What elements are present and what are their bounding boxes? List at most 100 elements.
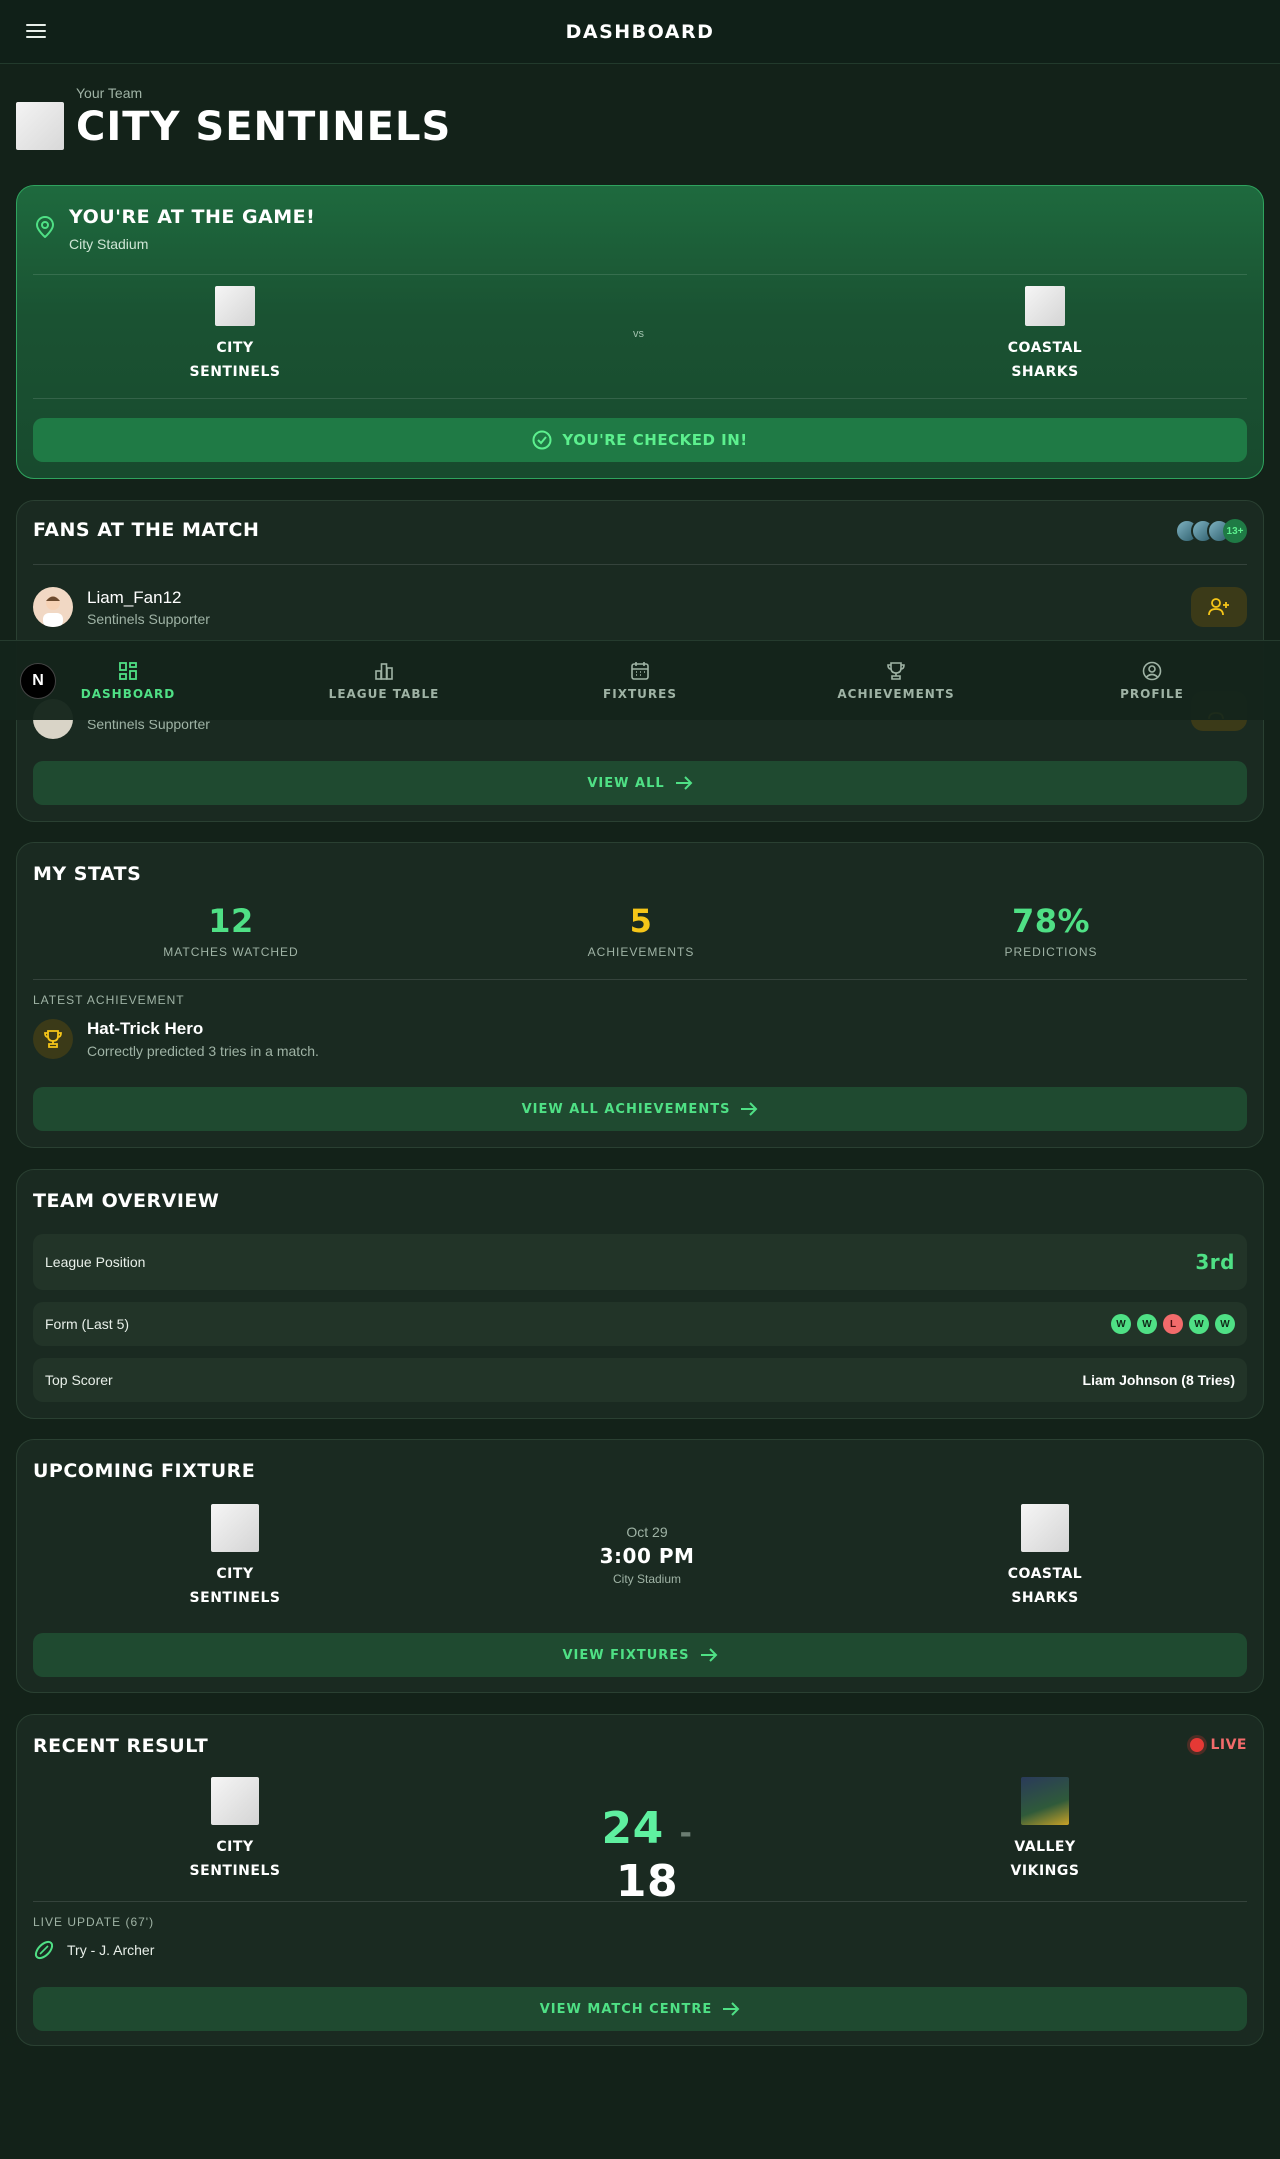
checked-in-button[interactable]: YOU'RE CHECKED IN! xyxy=(33,418,1247,462)
home-team-logo xyxy=(211,1504,259,1552)
fan-name: Liam_Fan12 xyxy=(87,587,182,607)
fan-list-item[interactable]: Liam_Fan12 Sentinels Supporter xyxy=(33,579,1247,635)
latest-achievement: Hat-Trick Hero Correctly predicted 3 tri… xyxy=(33,1019,319,1059)
away-team-name-2: VIKINGS xyxy=(1010,1863,1080,1879)
form-row: Form (Last 5) W W L W W xyxy=(33,1302,1247,1346)
fans-avatar-stack[interactable]: 13+ xyxy=(1175,519,1247,543)
home-team-name-2: SENTINELS xyxy=(189,1590,281,1606)
view-match-centre-label: VIEW MATCH CENTRE xyxy=(539,2001,713,2017)
overview-title: TEAM OVERVIEW xyxy=(33,1190,220,1212)
nav-label: DASHBOARD xyxy=(80,686,176,701)
home-team-logo xyxy=(215,286,255,326)
stat-value: 5 xyxy=(629,902,653,940)
divider xyxy=(33,979,1247,980)
achievement-desc: Correctly predicted 3 tries in a match. xyxy=(87,1043,319,1059)
arrow-right-icon xyxy=(700,1648,717,1662)
nav-label: ACHIEVEMENTS xyxy=(837,686,955,701)
user-plus-icon xyxy=(1208,598,1229,616)
scoreline: 24 - 18 xyxy=(577,1805,717,1906)
dev-badge[interactable]: N xyxy=(20,663,56,699)
stat-value: 12 xyxy=(208,902,254,940)
away-team: VALLEY VIKINGS xyxy=(965,1777,1125,1883)
live-update-label: LIVE UPDATE (67') xyxy=(33,1915,155,1929)
away-team-name-2: SHARKS xyxy=(1011,364,1079,380)
live-dot-icon xyxy=(1190,1738,1205,1752)
vs-label: vs xyxy=(633,328,644,340)
at-game-venue: City Stadium xyxy=(69,236,149,252)
fixture-venue: City Stadium xyxy=(612,1572,682,1586)
form-label: Form (Last 5) xyxy=(45,1316,130,1332)
check-circle-icon xyxy=(532,430,552,450)
recent-result-card: RECENT RESULT LIVE CITY SENTINELS 24 - 1… xyxy=(16,1714,1264,2046)
form-badge: W xyxy=(1189,1314,1209,1334)
away-team-name: VALLEY xyxy=(1014,1839,1076,1855)
bottom-nav: N DASHBOARD LEAGUE TABLE FIXTURES ACHIEV… xyxy=(0,640,1280,720)
divider xyxy=(33,274,1247,275)
live-badge: LIVE xyxy=(1190,1737,1247,1753)
stat-label: PREDICTIONS xyxy=(1004,945,1098,959)
rugby-ball-icon xyxy=(34,1940,54,1960)
stat-label: ACHIEVEMENTS xyxy=(587,945,695,959)
home-team-name-2: SENTINELS xyxy=(189,1863,281,1879)
at-game-title: YOU'RE AT THE GAME! xyxy=(69,206,316,228)
nav-fixtures[interactable]: FIXTURES xyxy=(512,641,768,720)
away-team-name-2: SHARKS xyxy=(1011,1590,1079,1606)
league-position-label: League Position xyxy=(45,1254,146,1270)
away-team: COASTAL SHARKS xyxy=(965,286,1125,384)
my-stats-card: MY STATS 12 MATCHES WATCHED 5 ACHIEVEMEN… xyxy=(16,842,1264,1148)
home-team-name: CITY xyxy=(216,1566,254,1582)
team-overview-card: TEAM OVERVIEW League Position 3rd Form (… xyxy=(16,1169,1264,1419)
latest-achievement-label: LATEST ACHIEVEMENT xyxy=(33,993,185,1007)
fixture-time-block: Oct 29 3:00 PM City Stadium xyxy=(557,1524,737,1586)
nav-achievements[interactable]: ACHIEVEMENTS xyxy=(768,641,1024,720)
stat-achievements: 5 ACHIEVEMENTS xyxy=(491,903,791,959)
away-team-name: COASTAL xyxy=(1007,340,1083,356)
top-scorer-label: Top Scorer xyxy=(45,1372,113,1388)
team-header: Your Team CITY SENTINELS xyxy=(16,80,451,154)
arrow-right-icon xyxy=(675,776,693,790)
home-team-name: CITY xyxy=(216,1839,254,1855)
away-team-name: COASTAL xyxy=(1007,1566,1083,1582)
view-all-fans-button[interactable]: VIEW ALL xyxy=(33,761,1247,805)
arrow-right-icon xyxy=(723,2002,740,2016)
at-game-card: YOU'RE AT THE GAME! City Stadium CITY SE… xyxy=(16,185,1264,479)
view-all-achievements-label: VIEW ALL ACHIEVEMENTS xyxy=(521,1101,731,1117)
person-avatar-icon xyxy=(43,596,63,627)
away-team: COASTAL SHARKS xyxy=(965,1504,1125,1610)
view-all-achievements-button[interactable]: VIEW ALL ACHIEVEMENTS xyxy=(33,1087,1247,1131)
score-separator: - xyxy=(679,1816,693,1851)
stat-matches-watched: 12 MATCHES WATCHED xyxy=(81,903,381,959)
menu-icon[interactable] xyxy=(26,24,46,40)
home-team: CITY SENTINELS xyxy=(155,1504,315,1610)
home-team: CITY SENTINELS xyxy=(155,1777,315,1883)
fan-role: Sentinels Supporter xyxy=(87,610,210,627)
add-friend-button[interactable] xyxy=(1191,587,1247,627)
top-scorer-value: Liam Johnson (8 Tries) xyxy=(1082,1372,1235,1388)
team-logo xyxy=(16,102,64,150)
nav-label: FIXTURES xyxy=(603,686,677,701)
divider xyxy=(33,398,1247,399)
fans-title: FANS AT THE MATCH xyxy=(33,519,260,541)
view-fixtures-label: VIEW FIXTURES xyxy=(562,1647,690,1663)
calendar-icon xyxy=(631,661,649,680)
fixture-title: UPCOMING FIXTURE xyxy=(33,1460,256,1482)
grid-icon xyxy=(119,661,137,680)
stat-value: 78% xyxy=(1011,902,1091,940)
view-match-centre-button[interactable]: VIEW MATCH CENTRE xyxy=(33,1987,1247,2031)
view-all-label: VIEW ALL xyxy=(587,775,665,791)
location-pin-icon xyxy=(35,216,55,238)
away-team-logo xyxy=(1021,1777,1069,1825)
home-team-name: CITY xyxy=(216,340,254,356)
nav-profile[interactable]: PROFILE xyxy=(1024,641,1280,720)
nav-label: PROFILE xyxy=(1120,686,1184,701)
home-score: 24 xyxy=(601,1803,664,1854)
live-update-text: Try - J. Archer xyxy=(67,1942,155,1958)
view-fixtures-button[interactable]: VIEW FIXTURES xyxy=(33,1633,1247,1677)
nav-league-table[interactable]: LEAGUE TABLE xyxy=(256,641,512,720)
away-score: 18 xyxy=(615,1856,679,1907)
bar-chart-icon xyxy=(375,662,393,680)
trophy-icon xyxy=(887,661,905,680)
home-team-logo xyxy=(211,1777,259,1825)
page-title: DASHBOARD xyxy=(565,20,715,43)
nav-label: LEAGUE TABLE xyxy=(328,686,440,701)
